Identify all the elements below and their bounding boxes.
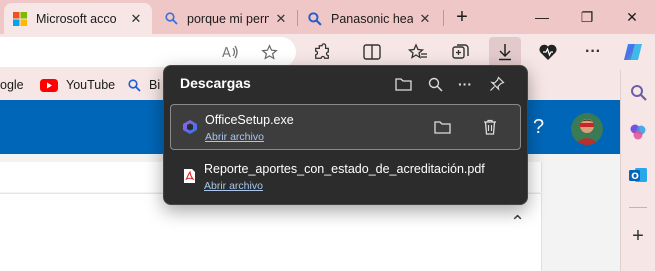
tab-close-icon[interactable]: ✕ [273, 11, 289, 27]
search-icon [163, 11, 179, 27]
collapse-chevron-icon[interactable]: ⌃ [510, 212, 525, 233]
read-aloud-icon[interactable]: A [216, 37, 246, 67]
extensions-icon[interactable] [307, 37, 337, 67]
tab-label: porque mi pern [187, 11, 269, 26]
search-downloads-icon[interactable] [422, 71, 448, 97]
open-downloads-folder-icon[interactable] [390, 71, 416, 97]
tab-close-icon[interactable]: ✕ [128, 11, 144, 27]
svg-text:A: A [222, 46, 231, 60]
tab-microsoft-account[interactable]: Microsoft acco ✕ [4, 3, 152, 34]
restore-button[interactable]: ❐ [565, 0, 609, 34]
browser-essentials-icon[interactable] [533, 37, 563, 67]
favorite-youtube[interactable]: YouTube [40, 70, 115, 100]
add-sidebar-app-button[interactable]: + [625, 223, 651, 249]
more-options-icon[interactable]: ··· [452, 71, 478, 97]
settings-more-icon[interactable]: ··· [578, 37, 608, 67]
youtube-icon [40, 78, 58, 92]
favorite-label: YouTube [66, 78, 116, 92]
office-setup-icon [181, 117, 199, 137]
flyout-title: Descargas [180, 75, 251, 91]
bing-search-icon [128, 78, 141, 92]
address-bar[interactable]: A [0, 37, 296, 67]
tab-search-panasonic[interactable]: Panasonic heac ✕ [299, 3, 441, 34]
tab-close-icon[interactable]: ✕ [417, 11, 433, 27]
pin-icon[interactable] [484, 71, 510, 97]
search-icon[interactable] [625, 79, 651, 105]
tab-label: Microsoft acco [36, 11, 117, 26]
download-item[interactable]: OfficeSetup.exe Abrir archivo [170, 104, 521, 150]
open-file-link[interactable]: Abrir archivo [205, 131, 264, 143]
split-screen-icon[interactable] [357, 37, 387, 67]
favorites-icon[interactable] [403, 37, 433, 67]
tab-search-pernil[interactable]: porque mi pern ✕ [155, 3, 297, 34]
tab-label: Panasonic heac [331, 11, 413, 26]
microsoft-logo-icon [12, 11, 28, 27]
pdf-icon [180, 166, 198, 186]
favorite-label: ogle [0, 78, 24, 92]
downloads-flyout: Descargas ··· OfficeSetup.exe Abrir arch… [163, 65, 528, 205]
favorite-label: Bi [149, 78, 161, 92]
help-button[interactable]: ? [533, 116, 544, 139]
new-tab-button[interactable]: + [440, 0, 484, 34]
open-file-link[interactable]: Abrir archivo [204, 180, 263, 192]
favorite-bing[interactable]: Bi [128, 70, 160, 100]
show-in-folder-icon[interactable] [430, 115, 454, 139]
download-item[interactable]: Reporte_aportes_con_estado_de_acreditaci… [170, 154, 521, 200]
close-window-button[interactable]: ✕ [610, 0, 654, 34]
outlook-icon[interactable]: O [625, 162, 651, 188]
edge-sidebar: O + [620, 70, 655, 271]
download-filename: Reporte_aportes_con_estado_de_acreditaci… [204, 162, 485, 176]
tab-strip: Microsoft acco ✕ porque mi pern ✕ Panaso… [0, 0, 655, 34]
downloads-button[interactable] [489, 37, 521, 67]
collections-icon[interactable] [446, 37, 476, 67]
minimize-button[interactable]: — [520, 0, 564, 34]
tab-separator [297, 10, 298, 26]
sidebar-divider [629, 207, 647, 208]
favorite-google[interactable]: ogle [0, 70, 24, 100]
favorite-star-icon[interactable] [254, 37, 284, 67]
svg-text:O: O [631, 172, 639, 182]
copilot-sidebar-icon[interactable] [625, 119, 651, 145]
copilot-icon[interactable] [618, 37, 648, 67]
download-filename: OfficeSetup.exe [205, 113, 294, 127]
search-icon [307, 11, 323, 27]
avatar[interactable] [571, 113, 603, 145]
delete-icon[interactable] [478, 115, 502, 139]
